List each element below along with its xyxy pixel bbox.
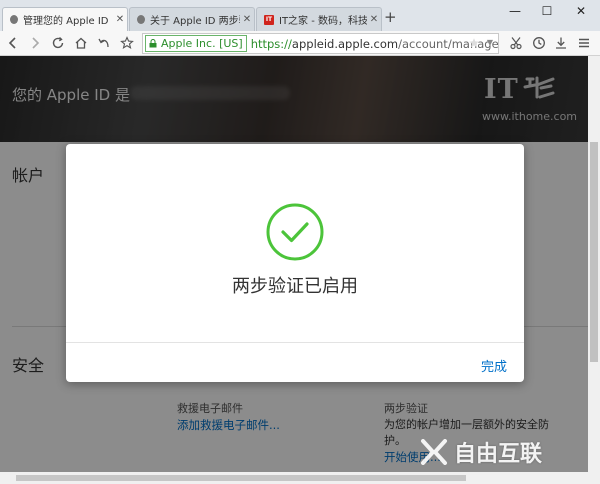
dialog-title: 两步验证已启用 <box>232 276 358 297</box>
dropdown-arrow-icon[interactable]: ▼ <box>487 38 493 47</box>
apple-icon <box>10 15 18 24</box>
two-step-enabled-dialog: 两步验证已启用 完成 <box>66 144 524 382</box>
browser-toolbar: Apple Inc. [US] https://appleid.apple.co… <box>0 31 600 56</box>
maximize-button[interactable]: ☐ <box>532 2 562 20</box>
tab-ithome[interactable]: IT IT之家 - 数码，科技，生活 ✕ <box>256 7 382 31</box>
tab-label: IT之家 - 数码，科技，生活 <box>279 16 367 27</box>
ithome-icon: IT <box>264 14 274 25</box>
apple-icon <box>137 15 145 24</box>
page-viewport: 您的 Apple ID 是 IT www.ithome.com 帐户 安全 救援… <box>0 56 600 484</box>
tab-label: 管理您的 Apple ID <box>23 16 109 27</box>
tab-label: 关于 Apple ID 两步验证 <box>150 16 240 27</box>
ziyouhulian-watermark: 自由互联 <box>420 436 542 468</box>
home-icon[interactable] <box>72 34 90 52</box>
close-tab-icon[interactable]: ✕ <box>113 14 127 25</box>
ev-certificate-badge[interactable]: Apple Inc. [US] <box>145 35 247 52</box>
forward-icon[interactable] <box>26 34 44 52</box>
tab-strip: 管理您的 Apple ID ✕ 关于 Apple ID 两步验证 ✕ IT IT… <box>0 0 600 31</box>
add-bookmark-icon[interactable] <box>468 37 480 52</box>
url-path: /account/manage <box>398 36 499 51</box>
close-tab-icon[interactable]: ✕ <box>240 14 254 25</box>
history-icon[interactable] <box>530 34 548 52</box>
dialog-divider <box>66 342 524 343</box>
url-host: appleid.apple.com <box>291 36 399 51</box>
address-bar[interactable]: Apple Inc. [US] https://appleid.apple.co… <box>142 33 499 54</box>
horizontal-scrollbar[interactable] <box>0 472 600 484</box>
checkmark-circle-icon <box>266 203 324 261</box>
security-label: Apple Inc. [US] <box>161 37 243 50</box>
minimize-button[interactable]: — <box>500 2 530 20</box>
lock-icon <box>149 39 157 48</box>
vertical-scrollbar[interactable] <box>588 56 600 472</box>
watermark-text: 自由互联 <box>454 442 543 467</box>
close-window-button[interactable]: ✕ <box>566 2 596 20</box>
undo-close-tab-icon[interactable] <box>95 34 113 52</box>
back-icon[interactable] <box>4 34 22 52</box>
new-tab-button[interactable]: + <box>384 8 397 26</box>
url-scheme: https:// <box>250 36 292 51</box>
bookmark-star-icon[interactable] <box>118 34 136 52</box>
horizontal-scroll-thumb[interactable] <box>16 475 466 481</box>
tab-two-step-info[interactable]: 关于 Apple ID 两步验证 ✕ <box>129 7 255 31</box>
menu-icon[interactable] <box>575 34 593 52</box>
tab-manage-apple-id[interactable]: 管理您的 Apple ID ✕ <box>2 7 128 31</box>
close-tab-icon[interactable]: ✕ <box>367 14 381 25</box>
download-icon[interactable] <box>552 34 570 52</box>
reload-icon[interactable] <box>49 34 67 52</box>
url-text[interactable]: https://appleid.apple.com/account/manage <box>250 36 499 51</box>
vertical-scroll-thumb[interactable] <box>590 142 598 362</box>
x-logo-icon <box>421 439 447 465</box>
scissors-icon[interactable] <box>507 34 525 52</box>
done-button[interactable]: 完成 <box>481 356 507 375</box>
